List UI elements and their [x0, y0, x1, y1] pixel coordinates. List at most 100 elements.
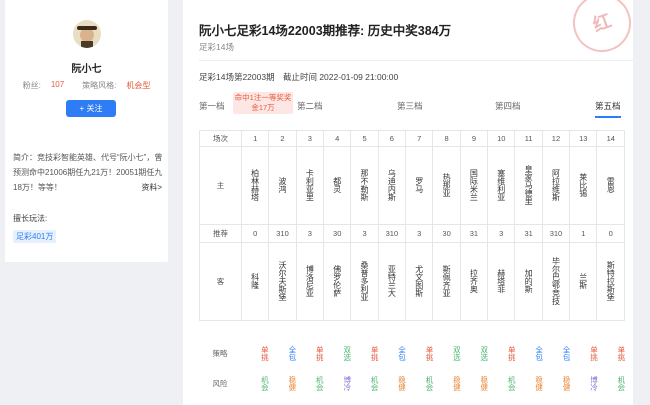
recommendation: 0 [596, 224, 625, 243]
follow-button[interactable]: + 关注 [66, 100, 116, 117]
strategy-cell: 全包 [287, 345, 297, 361]
risk-cell: 稳健 [397, 375, 407, 391]
match-number: 10 [487, 130, 516, 147]
recommendation-text: 31 [469, 229, 479, 238]
match-number: 8 [432, 130, 461, 147]
strategy-cell: 单挑 [260, 345, 270, 361]
intro-text: 简介：竞技彩智能英雄、代号“阮小七”，曾预测命中21006期任九21万！2005… [13, 153, 163, 192]
risk-cell: 稳健 [452, 375, 462, 391]
home-team-text: 罗马 [414, 176, 424, 193]
recommendation: 30 [432, 224, 461, 243]
home-team-text: 波鸿 [278, 176, 288, 193]
tab-4[interactable]: 第四档 [495, 100, 521, 112]
match-number-text: 10 [497, 134, 506, 143]
main-panel: 红 阮小七足彩14场22003期推荐: 历史中奖384万 足彩14场 足彩14场… [183, 0, 640, 405]
tab-2[interactable]: 第二档 [297, 100, 323, 112]
away-team: 尤文图斯 [405, 242, 434, 321]
recommendation: 31 [459, 224, 489, 243]
home-team: 卡利亚里 [295, 146, 325, 225]
recommendation: 31 [514, 224, 543, 243]
strategy-cell: 双选 [452, 345, 462, 361]
recommendation: 30 [323, 224, 352, 243]
recommendation-text: 3 [417, 229, 422, 238]
match-number: 12 [541, 130, 571, 147]
home-team: 阿拉维斯 [541, 146, 571, 225]
recommendation-text: 3 [499, 229, 504, 238]
match-number: 7 [405, 130, 434, 147]
strategy-cell: 双选 [479, 345, 489, 361]
recommendation-text: 30 [442, 229, 451, 238]
match-number-text: 4 [335, 134, 340, 143]
away-team-text: 兰斯 [578, 272, 588, 289]
match-number-text: 3 [307, 134, 312, 143]
away-team-text: 斯佩齐亚 [442, 264, 452, 297]
away-team-text: 拉齐奥 [469, 268, 479, 293]
home-team: 热那亚 [432, 146, 461, 225]
specialty-tag[interactable]: 足彩401万 [13, 230, 57, 243]
specialty-title: 擅长玩法: [13, 214, 48, 223]
home-team: 雷恩 [596, 146, 625, 225]
row-label-index: 场次 [199, 130, 242, 147]
match-number: 3 [295, 130, 325, 147]
home-team: 都灵 [323, 146, 352, 225]
tab-3[interactable]: 第三档 [397, 100, 423, 112]
away-team-text: 尤文图斯 [414, 264, 424, 297]
style-label: 策略风格: [82, 81, 117, 90]
strategy-cell: 单挑 [370, 345, 380, 361]
risk-cell: 博冷 [589, 375, 599, 391]
risk-cell: 机会 [370, 375, 380, 391]
more-link[interactable]: 资料> [141, 180, 162, 195]
away-team: 亚特兰大 [377, 242, 407, 321]
match-number: 14 [596, 130, 625, 147]
strategy-cell: 单挑 [424, 345, 434, 361]
away-team: 加的斯 [514, 242, 543, 321]
recommendation-text: 0 [608, 229, 613, 238]
away-team-text: 加的斯 [524, 268, 534, 293]
home-team-text: 皇家马德里 [524, 164, 534, 205]
recommendation: 3 [295, 224, 325, 243]
away-team-text: 博洛尼亚 [305, 264, 315, 297]
away-team-text: 亚特兰大 [387, 264, 397, 297]
away-team: 科隆 [240, 242, 270, 321]
avatar[interactable] [73, 20, 101, 48]
recommendation: 310 [541, 224, 571, 243]
tab-1[interactable]: 第一档 [199, 100, 225, 112]
match-number-text: 6 [389, 134, 394, 143]
risk-cell: 稳健 [562, 375, 572, 391]
profile-intro: 简介：竞技彩智能英雄、代号“阮小七”，曾预测命中21006期任九21万！2005… [13, 150, 168, 195]
home-team-text: 卡利亚里 [305, 168, 315, 201]
row-label-home: 主 [199, 146, 242, 225]
strategy-cell: 单挑 [507, 345, 517, 361]
deadline: 截止时间 2022-01-09 21:00:00 [282, 72, 399, 82]
away-team: 博洛尼亚 [295, 242, 325, 321]
home-team: 莱比锡 [569, 146, 598, 225]
tab-5[interactable]: 第五档 [595, 100, 621, 118]
style-value: 机会型 [126, 81, 151, 90]
match-number: 2 [268, 130, 297, 147]
row-label-rec: 推荐 [199, 224, 242, 243]
match-number: 11 [514, 130, 543, 147]
prediction-table: 场次 1 2 3 4 5 6 7 8 9 10 11 12 13 14 主柏林赫塔 波鸿 卡利亚里 都灵 那不勒斯乌… [199, 130, 625, 321]
home-team: 国际米兰 [459, 146, 489, 225]
strategy-cell: 单挑 [589, 345, 599, 361]
away-team-text: 毕尔巴鄂竞技 [551, 256, 561, 305]
strategy-risk: 策略 单挑 全包 单挑 双选 单挑 全包 单挑 双选 双选 单挑 全包 全包 单挑 单挑 风险 机会 稳健 机会 博… [199, 338, 626, 398]
home-team-text: 雷恩 [606, 176, 616, 193]
away-team-text: 桑普多利亚 [360, 260, 370, 301]
risk-cell: 机会 [424, 375, 434, 391]
home-team: 罗马 [405, 146, 434, 225]
home-team: 乌迪内斯 [377, 146, 407, 225]
risk-cell: 稳健 [479, 375, 489, 391]
match-number-text: 14 [606, 134, 615, 143]
recommendation: 310 [377, 224, 407, 243]
home-team: 波鸿 [268, 146, 297, 225]
risk-cell: 稳健 [287, 375, 297, 391]
strategy-cell: 单挑 [315, 345, 325, 361]
home-team-text: 国际米兰 [469, 168, 479, 201]
away-team: 佛罗伦萨 [323, 242, 352, 321]
win-badge: 命中1注一等奖奖金17万 [233, 92, 293, 114]
match-number-text: 13 [579, 134, 588, 143]
home-team-text: 都灵 [332, 176, 342, 193]
strategy-cell: 单挑 [616, 345, 626, 361]
away-team: 桑普多利亚 [350, 242, 379, 321]
